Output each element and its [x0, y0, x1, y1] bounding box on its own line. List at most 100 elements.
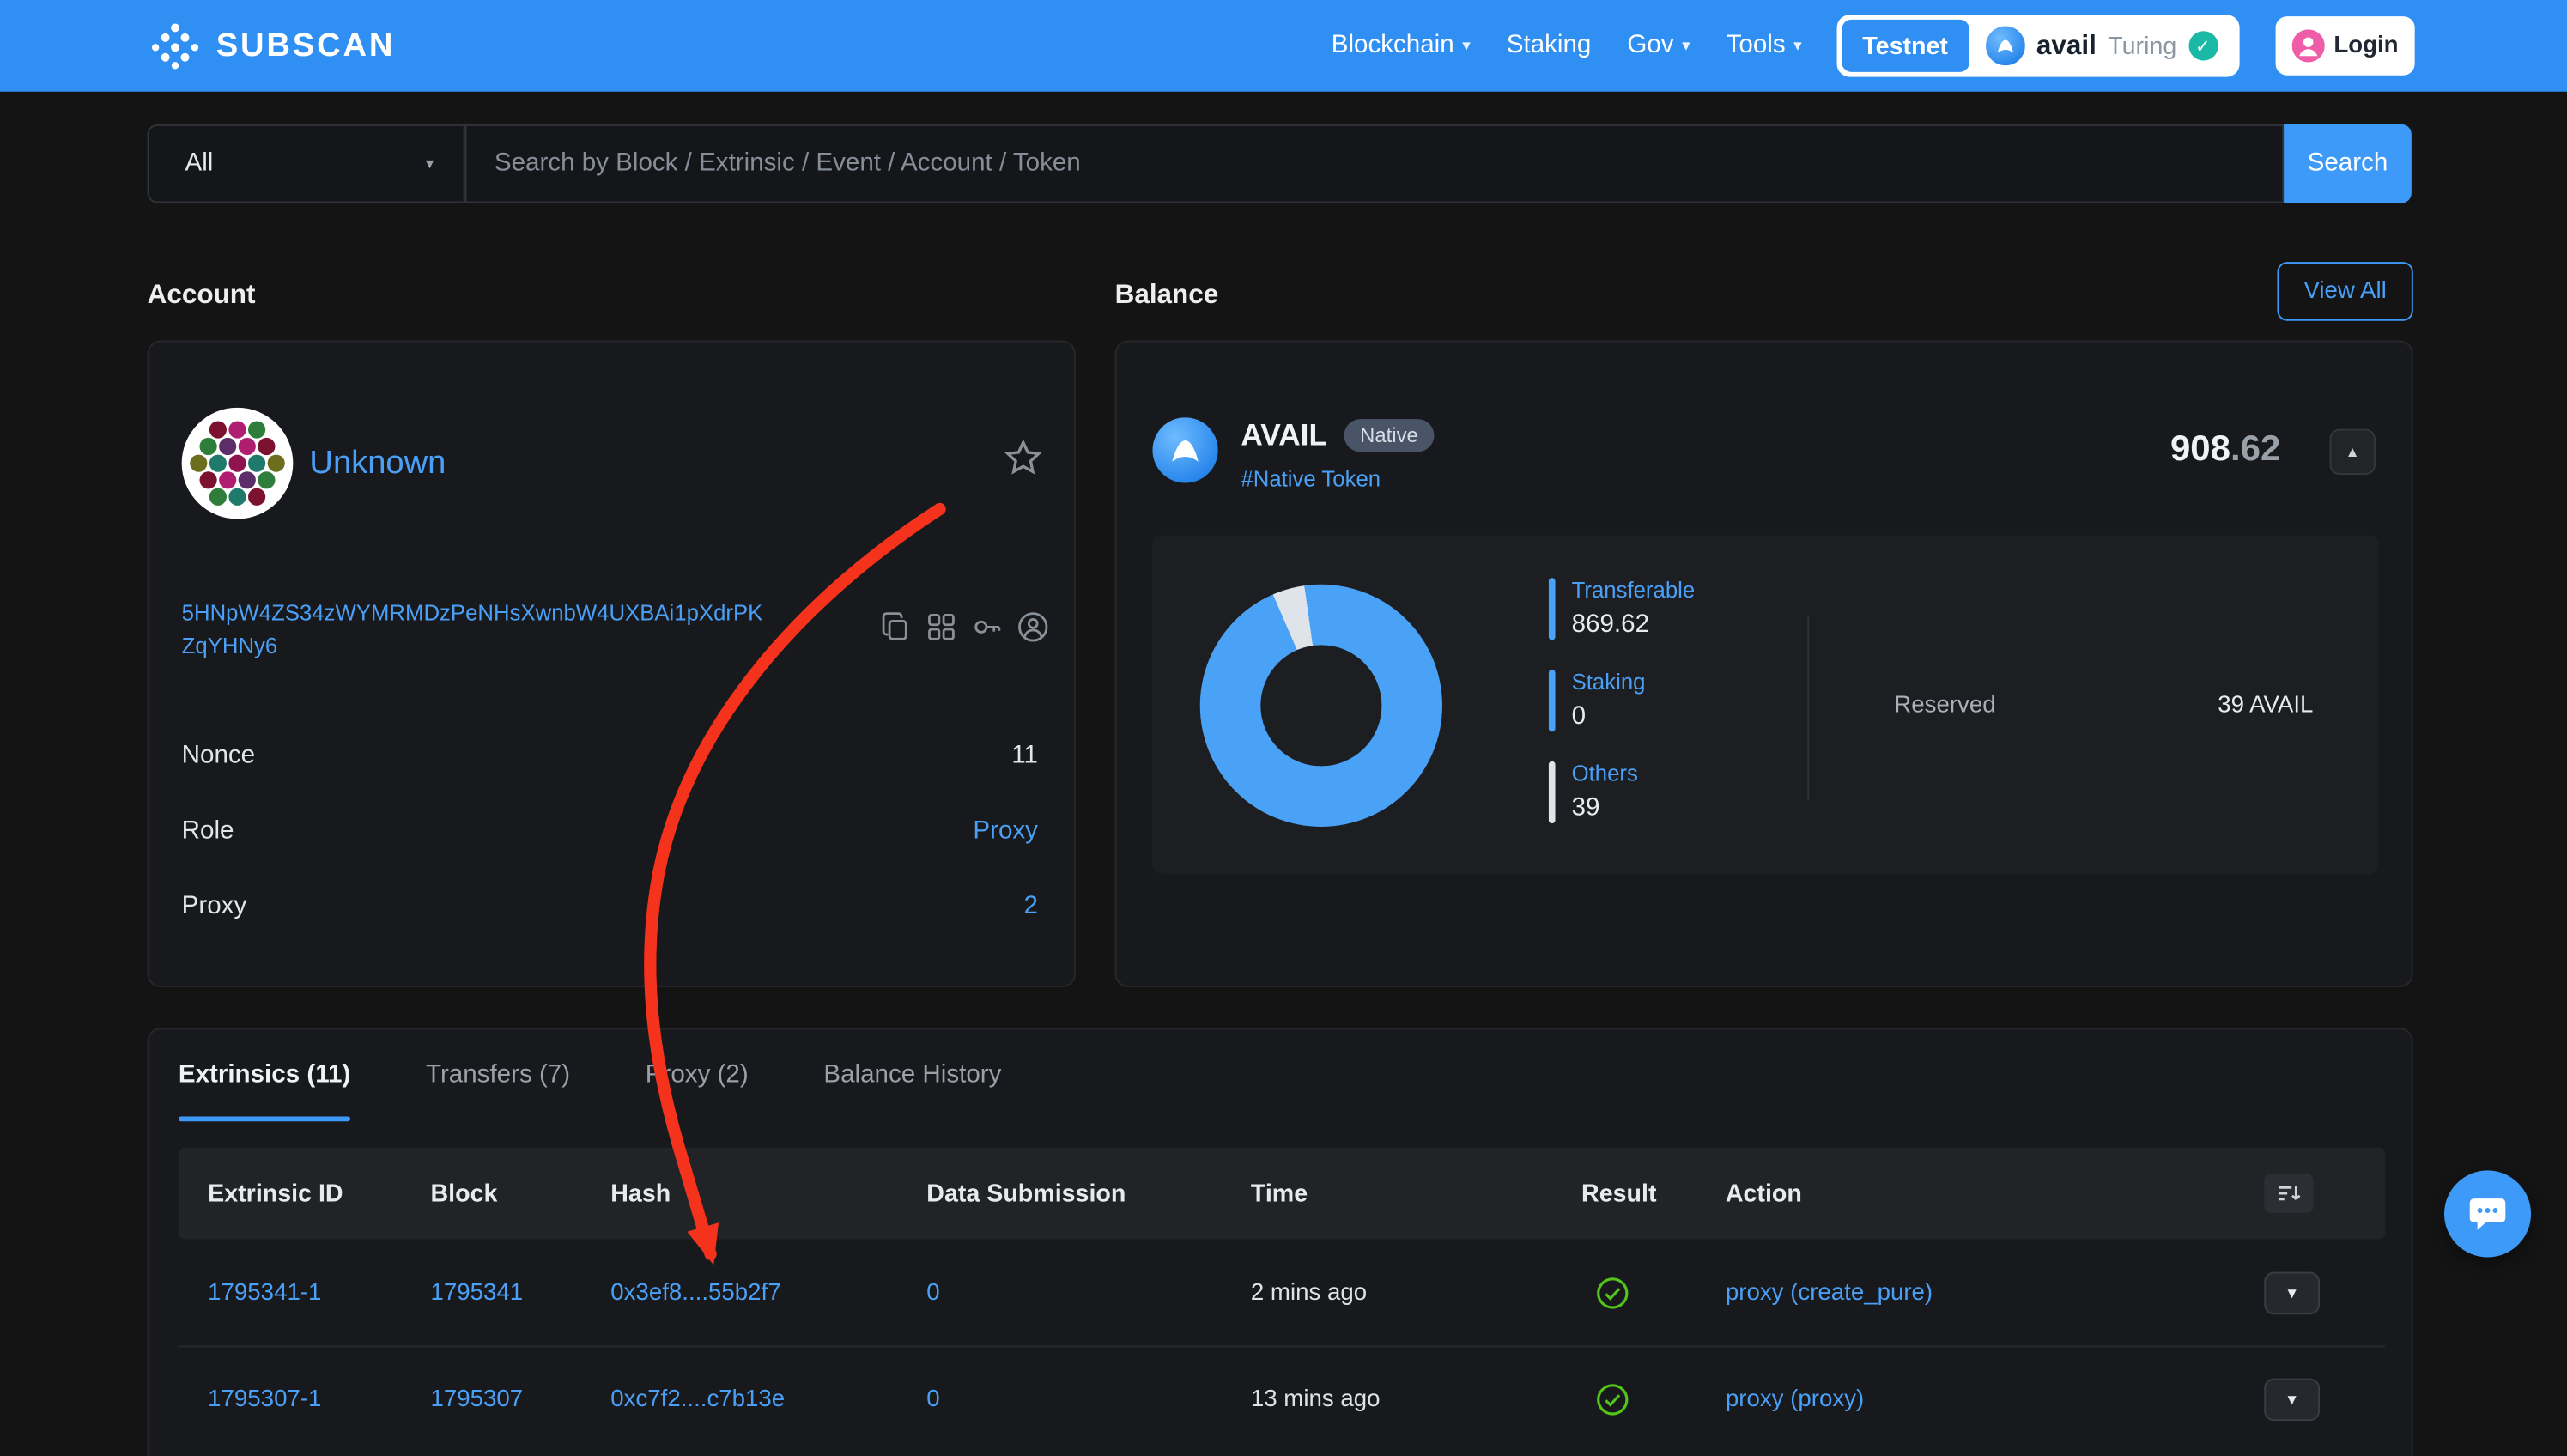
address-actions — [877, 609, 1051, 645]
donut-chart — [1200, 585, 1442, 827]
time-cell: 13 mins ago — [1251, 1386, 1581, 1413]
brand-name: SUBSCAN — [216, 27, 396, 64]
block-link[interactable]: 1795341 — [431, 1279, 611, 1306]
avail-logo-icon — [1986, 27, 2025, 66]
extrinsic-id-link[interactable]: 1795341-1 — [208, 1279, 430, 1306]
filter-sort-icon — [2276, 1182, 2303, 1205]
copy-icon[interactable] — [877, 609, 913, 645]
expand-row-button[interactable]: ▼ — [2264, 1271, 2320, 1314]
avail-token-logo-icon — [1152, 417, 1217, 482]
col-extrinsic-id: Extrinsic ID — [208, 1180, 430, 1207]
success-check-icon — [1594, 1275, 1630, 1311]
chain-variant: Turing — [2108, 32, 2176, 59]
tab-balance-history[interactable]: Balance History — [823, 1029, 1001, 1121]
token-name: AVAIL — [1241, 417, 1327, 453]
main-nav: Blockchain ▾ Staking Gov ▾ Tools ▾ — [1332, 31, 1802, 60]
tab-transfers[interactable]: Transfers (7) — [426, 1029, 570, 1121]
success-check-icon — [1594, 1381, 1630, 1417]
account-address[interactable]: 5HNpW4ZS34zWYMRMDzPeNHsXwnbW4UXBAi1pXdrP… — [182, 598, 771, 661]
legend-value-transferable: 869.62 — [1572, 610, 1696, 640]
verified-check-icon: ✓ — [2188, 31, 2218, 60]
account-name-link[interactable]: Unknown — [309, 446, 446, 483]
legend-value-staking: 0 — [1572, 702, 1646, 731]
chevron-down-icon: ▼ — [2285, 1392, 2299, 1408]
native-token-link[interactable]: #Native Token — [1241, 466, 1381, 491]
chevron-down-icon: ▾ — [1793, 37, 1802, 55]
nav-item-label: Gov — [1627, 31, 1673, 60]
nav-item-gov[interactable]: Gov ▾ — [1627, 31, 1690, 60]
nav-item-label: Tools — [1727, 31, 1786, 60]
activity-card: Extrinsics (11) Transfers (7) Proxy (2) … — [148, 1028, 2413, 1456]
favorite-star-icon[interactable] — [1002, 437, 1045, 480]
account-info-row: Nonce 11 — [182, 743, 1038, 770]
legend-label-others[interactable]: Others — [1572, 761, 1638, 786]
total-integer: 908 — [2170, 428, 2230, 469]
nav-item-staking[interactable]: Staking — [1507, 31, 1592, 60]
identicon-icon — [186, 413, 288, 514]
tab-proxy[interactable]: Proxy (2) — [646, 1029, 749, 1121]
nav-item-tools[interactable]: Tools ▾ — [1727, 31, 1802, 60]
hash-link[interactable]: 0x3ef8....55b2f7 — [610, 1279, 926, 1306]
legend-label-staking[interactable]: Staking — [1572, 670, 1646, 695]
qr-grid-icon[interactable] — [923, 609, 959, 645]
account-info-row: Proxy 2 — [182, 894, 1038, 920]
legend-color-bar — [1549, 578, 1556, 640]
account-profile-icon[interactable] — [1015, 609, 1051, 645]
action-link[interactable]: proxy (proxy) — [1726, 1386, 2264, 1413]
search-button[interactable]: Search — [2284, 124, 2412, 203]
collapse-balance-button[interactable]: ▲ — [2330, 429, 2376, 475]
legend-item-transferable: Transferable 869.62 — [1549, 578, 1695, 640]
info-label: Proxy — [182, 894, 247, 920]
native-badge: Native — [1344, 419, 1435, 452]
extrinsic-id-link[interactable]: 1795307-1 — [208, 1386, 430, 1413]
block-link[interactable]: 1795307 — [431, 1386, 611, 1413]
column-filter-button[interactable] — [2264, 1174, 2313, 1213]
legend-label-transferable[interactable]: Transferable — [1572, 578, 1696, 603]
search-filter-value: All — [185, 149, 213, 179]
info-label: Role — [182, 818, 234, 845]
col-hash: Hash — [610, 1180, 926, 1207]
role-value-link[interactable]: Proxy — [973, 818, 1038, 845]
table-row: 1795307-1 1795307 0xc7f2....c7b13e 0 13 … — [179, 1345, 2385, 1452]
col-block: Block — [431, 1180, 611, 1207]
legend-item-staking: Staking 0 — [1549, 670, 1646, 731]
legend-item-others: Others 39 — [1549, 761, 1638, 823]
data-submission-link[interactable]: 0 — [926, 1279, 1251, 1306]
proxy-count-link[interactable]: 2 — [1024, 894, 1038, 920]
login-button[interactable]: Login — [2275, 16, 2415, 76]
account-card: Unknown 5HNpW4ZS34zWYMRMDzPeNHsXwnbW4UXB… — [148, 341, 1076, 987]
balance-card: AVAIL Native #Native Token 908.62 ▲ Tran… — [1115, 341, 2413, 987]
view-all-button[interactable]: View All — [2277, 262, 2412, 321]
network-env-badge[interactable]: Testnet — [1842, 20, 1969, 72]
action-link[interactable]: proxy (create_pure) — [1726, 1279, 2264, 1306]
legend-color-bar — [1549, 670, 1556, 731]
account-info-row: Role Proxy — [182, 818, 1038, 845]
col-data-submission: Data Submission — [926, 1180, 1251, 1207]
col-time: Time — [1251, 1180, 1581, 1207]
balance-section-title: Balance — [1115, 280, 1219, 311]
info-value: 11 — [1011, 743, 1038, 770]
account-section-title: Account — [148, 280, 256, 311]
chevron-down-icon: ▾ — [426, 155, 434, 173]
search-filter-select[interactable]: All ▾ — [148, 124, 465, 203]
search-input[interactable] — [465, 124, 2285, 203]
nav-item-blockchain[interactable]: Blockchain ▾ — [1332, 31, 1471, 60]
col-result: Result — [1581, 1180, 1726, 1207]
tab-extrinsics[interactable]: Extrinsics (11) — [179, 1029, 350, 1121]
total-decimal: .62 — [2230, 428, 2280, 469]
expand-row-button[interactable]: ▼ — [2264, 1379, 2320, 1422]
result-cell — [1581, 1275, 1726, 1311]
network-chain-selector[interactable]: avail Turing ✓ — [1969, 27, 2234, 66]
network-selector[interactable]: Testnet avail Turing ✓ — [1836, 15, 2239, 76]
data-submission-link[interactable]: 0 — [926, 1386, 1251, 1413]
hash-link[interactable]: 0xc7f2....c7b13e — [610, 1386, 926, 1413]
result-cell — [1581, 1381, 1726, 1417]
table-row: 1795341-1 1795341 0x3ef8....55b2f7 0 2 m… — [179, 1240, 2385, 1346]
subscan-logo[interactable]: SUBSCAN — [150, 21, 395, 70]
balance-chart-panel: Transferable 869.62 Staking 0 Others 39 — [1152, 536, 2378, 875]
chat-support-button[interactable] — [2444, 1170, 2531, 1257]
key-icon[interactable] — [969, 609, 1005, 645]
login-label: Login — [2333, 33, 2398, 59]
time-cell: 2 mins ago — [1251, 1279, 1581, 1306]
account-identicon — [182, 408, 294, 519]
